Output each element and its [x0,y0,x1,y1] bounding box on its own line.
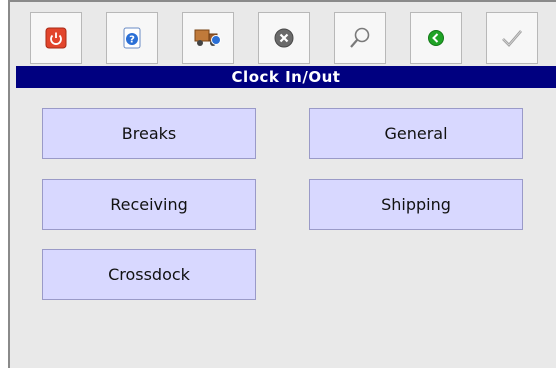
search-button[interactable] [334,12,386,64]
app-window: ? Clock In/Out Breaks General Receiving … [8,0,556,368]
crossdock-button[interactable]: Crossdock [42,249,256,300]
close-icon [274,28,294,48]
power-icon [45,27,67,49]
shipping-button[interactable]: Shipping [309,179,523,230]
truck-icon [194,29,221,46]
help-icon: ? [123,27,141,49]
svg-text:?: ? [129,35,135,46]
checkmark-icon [502,30,522,47]
back-icon [428,30,444,46]
help-button[interactable]: ? [106,12,158,64]
search-icon [350,27,370,48]
receiving-button[interactable]: Receiving [42,179,256,230]
delivery-button[interactable] [182,12,234,64]
confirm-button[interactable] [486,12,538,64]
power-button[interactable] [30,12,82,64]
toolbar: ? [10,2,556,66]
back-button[interactable] [410,12,462,64]
page-title: Clock In/Out [16,66,556,88]
cancel-button[interactable] [258,12,310,64]
breaks-button[interactable]: Breaks [42,108,256,159]
general-button[interactable]: General [309,108,523,159]
